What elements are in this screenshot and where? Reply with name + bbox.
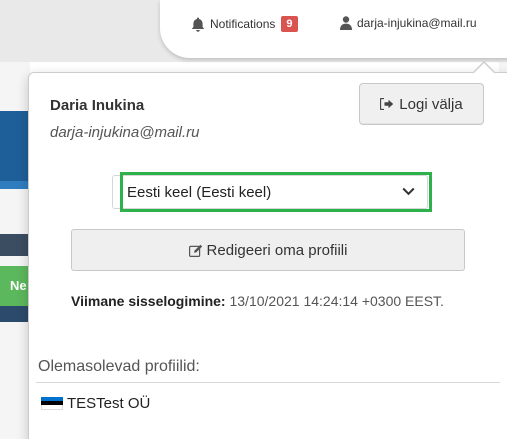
page-header-banner-edge bbox=[0, 181, 30, 189]
user-icon bbox=[340, 16, 352, 30]
page-dark-bar bbox=[0, 234, 30, 256]
last-login-info: Viimane sisselogimine: 13/10/2021 14:24:… bbox=[71, 290, 471, 312]
profile-name: TESTest OÜ bbox=[67, 395, 151, 412]
page-header-banner bbox=[0, 111, 30, 181]
dropdown-user-email: darja-injukina@mail.ru bbox=[50, 124, 200, 141]
edit-profile-label: Redigeeri oma profiili bbox=[206, 241, 348, 259]
user-menu-toggle[interactable]: darja-injukina@mail.ru bbox=[340, 16, 477, 30]
page-green-button[interactable]: Ne bbox=[0, 266, 30, 306]
notifications-label: Notifications bbox=[210, 17, 276, 31]
profiles-heading: Olemasolevad profiilid: bbox=[38, 358, 200, 375]
notifications-link[interactable]: Notifications 9 bbox=[191, 16, 298, 32]
profile-item[interactable]: TESTest OÜ bbox=[41, 395, 150, 412]
logout-button[interactable]: Logi välja bbox=[359, 83, 484, 125]
edit-icon bbox=[188, 244, 202, 257]
logout-label: Logi välja bbox=[399, 95, 463, 113]
last-login-label: Viimane sisselogimine: bbox=[71, 293, 226, 309]
edit-profile-button[interactable]: Redigeeri oma profiili bbox=[71, 229, 465, 271]
profiles-divider bbox=[36, 382, 500, 383]
estonia-flag-icon bbox=[41, 396, 63, 411]
page-dark-blue-bar bbox=[0, 306, 30, 322]
navbar-user-email: darja-injukina@mail.ru bbox=[357, 16, 477, 30]
last-login-value: 13/10/2021 14:24:14 +0300 EEST. bbox=[229, 293, 444, 309]
dropdown-caret-fill bbox=[474, 63, 494, 73]
sign-out-icon bbox=[380, 98, 394, 110]
notifications-count-badge: 9 bbox=[281, 16, 298, 32]
page-green-button-label: Ne bbox=[10, 278, 27, 293]
language-select-highlight bbox=[120, 172, 432, 212]
dropdown-user-name: Daria Inukina bbox=[50, 97, 145, 114]
bell-icon bbox=[191, 17, 205, 32]
